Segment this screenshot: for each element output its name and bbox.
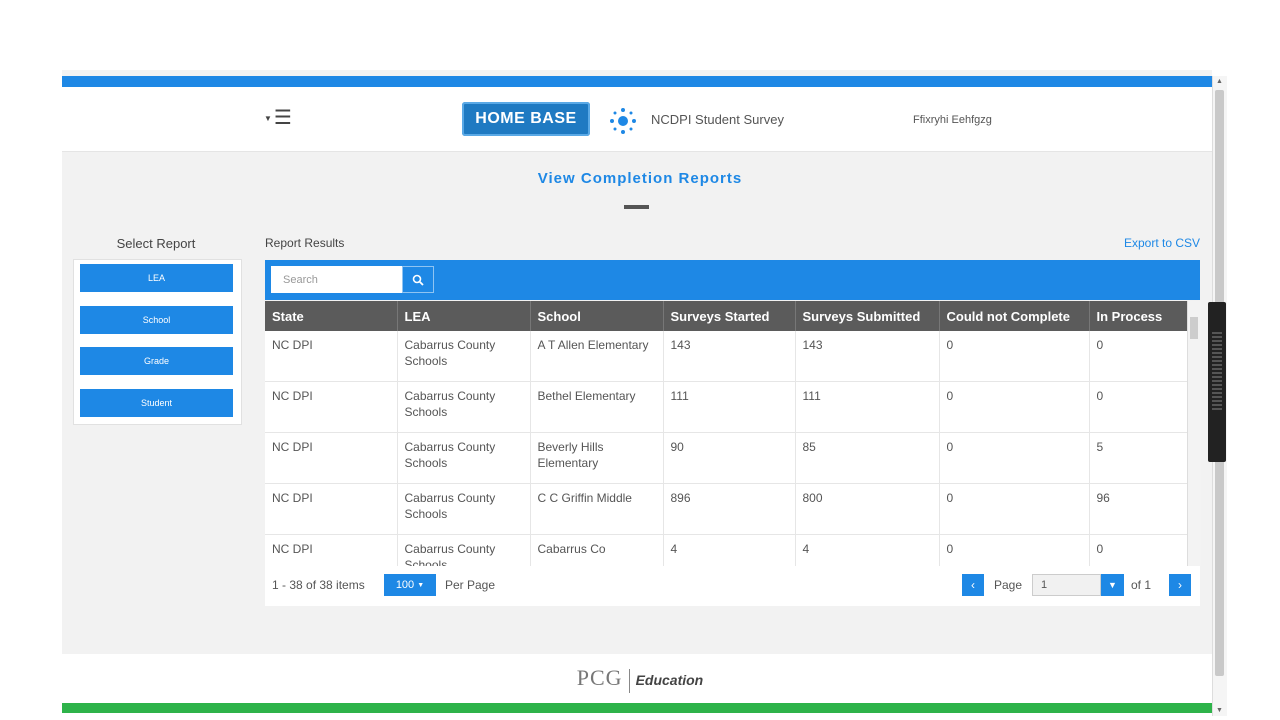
column-header-surveys-submitted[interactable]: Surveys Submitted (795, 301, 940, 331)
hamburger-menu-icon: ☰ (273, 107, 292, 129)
grip-icon (1212, 332, 1222, 412)
table-cell: 143 (663, 331, 796, 382)
search-button[interactable] (402, 266, 434, 293)
item-count: 1 - 38 of 38 items (272, 578, 365, 592)
user-name[interactable]: Ffixryhi Eehfgzg (913, 114, 992, 126)
table-cell: 0 (1089, 381, 1188, 433)
column-header-state[interactable]: State (265, 301, 398, 331)
table-cell: 0 (939, 381, 1090, 433)
page-title: View Completion Reports (537, 170, 743, 187)
table-cell: 4 (663, 534, 796, 566)
table-cell: 111 (663, 381, 796, 433)
column-header-could-not-complete[interactable]: Could not Complete (939, 301, 1090, 331)
table-cell: 0 (1089, 534, 1188, 566)
grid-scrollbar[interactable] (1187, 301, 1201, 566)
table-row[interactable]: NC DPI Cabarrus County Schools A T Allen… (265, 331, 1188, 382)
select-report-label: Select Report (116, 236, 196, 251)
table-cell: 5 (1089, 432, 1188, 484)
app-header (62, 87, 1212, 152)
app-title: NCDPI Student Survey (651, 112, 784, 127)
table-row[interactable]: NC DPI Cabarrus County Schools C C Griff… (265, 483, 1188, 535)
table-cell: Bethel Elementary (530, 381, 664, 433)
table-cell: A T Allen Elementary (530, 331, 664, 382)
next-page-button[interactable]: › (1169, 574, 1191, 596)
report-button-student[interactable]: Student (80, 389, 233, 417)
table-cell: Cabarrus County Schools (397, 432, 531, 484)
pcg-brand: PCG (576, 665, 623, 690)
page-dropdown-button[interactable]: ▼ (1101, 574, 1124, 596)
results-grid: State LEA School Surveys Started Surveys… (265, 301, 1200, 566)
table-cell: Cabarrus Co (530, 534, 664, 566)
caret-down-icon: ▼ (264, 113, 272, 123)
chevron-left-icon: ‹ (971, 578, 975, 592)
table-row[interactable]: NC DPI Cabarrus County Schools Beverly H… (265, 432, 1188, 484)
survey-network-icon (610, 108, 636, 134)
search-input[interactable] (271, 266, 402, 293)
footer-accent-bar (62, 703, 1212, 713)
per-page-select[interactable]: 100 ▼ (384, 574, 436, 596)
column-header-school[interactable]: School (530, 301, 664, 331)
caret-down-icon: ▼ (417, 581, 425, 589)
title-divider (624, 205, 649, 209)
table-cell: 143 (795, 331, 940, 382)
search-icon (412, 274, 424, 286)
report-button-school[interactable]: School (80, 306, 233, 334)
table-cell: Cabarrus County Schools (397, 534, 531, 566)
chevron-right-icon: › (1178, 578, 1182, 592)
pcg-education-logo: PCG Education (0, 665, 1280, 693)
column-header-in-process[interactable]: In Process (1089, 301, 1188, 331)
table-row[interactable]: NC DPI Cabarrus County Schools Cabarrus … (265, 534, 1188, 566)
table-cell: 85 (795, 432, 940, 484)
page-label: Page (994, 578, 1023, 592)
table-cell: 96 (1089, 483, 1188, 535)
menu-button[interactable]: ▼ ☰ (264, 108, 292, 129)
page-number-input[interactable]: 1 (1032, 574, 1101, 596)
table-cell: 90 (663, 432, 796, 484)
table-cell: 0 (939, 331, 1090, 382)
per-page-label: Per Page (445, 578, 496, 592)
table-cell: 0 (1089, 331, 1188, 382)
table-cell: C C Griffin Middle (530, 483, 664, 535)
table-cell: 0 (939, 432, 1090, 484)
pager-bar: 1 - 38 of 38 items 100 ▼ Per Page ‹ Page… (265, 566, 1200, 606)
table-cell: 800 (795, 483, 940, 535)
scroll-up-icon[interactable]: ▲ (1216, 78, 1223, 85)
caret-down-icon: ▼ (1108, 580, 1117, 590)
report-button-grade[interactable]: Grade (80, 347, 233, 375)
table-cell: NC DPI (265, 381, 398, 433)
table-header-row: State LEA School Surveys Started Surveys… (265, 301, 1188, 331)
table-cell: Beverly Hills Elementary (530, 432, 664, 484)
table-cell: Cabarrus County Schools (397, 381, 531, 433)
scroll-down-icon[interactable]: ▼ (1216, 707, 1223, 714)
report-results-label: Report Results (265, 236, 345, 250)
per-page-value: 100 (395, 579, 415, 591)
page-total: of 1 (1131, 578, 1152, 592)
table-cell: 896 (663, 483, 796, 535)
side-dock-widget[interactable] (1208, 302, 1226, 462)
table-cell: 111 (795, 381, 940, 433)
column-header-surveys-started[interactable]: Surveys Started (663, 301, 796, 331)
table-cell: Cabarrus County Schools (397, 331, 531, 382)
table-cell: NC DPI (265, 331, 398, 382)
table-cell: Cabarrus County Schools (397, 483, 531, 535)
education-brand: Education (635, 672, 704, 688)
report-button-lea[interactable]: LEA (80, 264, 233, 292)
table-cell: NC DPI (265, 432, 398, 484)
table-cell: NC DPI (265, 483, 398, 535)
grid-scroll-thumb[interactable] (1190, 317, 1198, 339)
table-row[interactable]: NC DPI Cabarrus County Schools Bethel El… (265, 381, 1188, 433)
previous-page-button[interactable]: ‹ (962, 574, 984, 596)
export-csv-link[interactable]: Export to CSV (1124, 236, 1200, 250)
top-accent-bar (62, 76, 1212, 87)
table-cell: NC DPI (265, 534, 398, 566)
table-cell: 0 (939, 534, 1090, 566)
column-header-lea[interactable]: LEA (397, 301, 531, 331)
table-cell: 4 (795, 534, 940, 566)
logo-divider (628, 668, 630, 693)
table-cell: 0 (939, 483, 1090, 535)
home-base-logo[interactable]: HOME BASE (462, 102, 590, 136)
